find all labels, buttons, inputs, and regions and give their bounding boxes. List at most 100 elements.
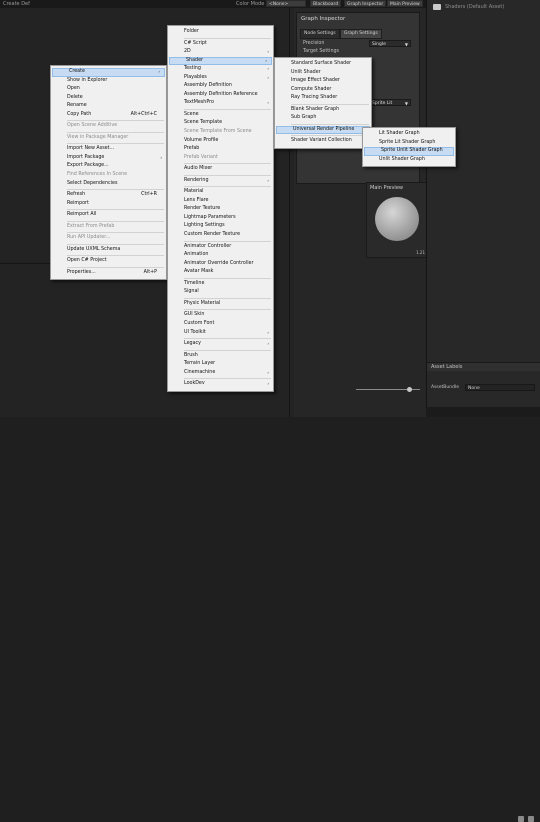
menu-item-export-package[interactable]: Export Package...: [51, 162, 166, 171]
menu-item-lighting-settings[interactable]: Lighting Settings: [168, 222, 273, 231]
menu-item-update-uxml-schema[interactable]: Update UXML Schema: [51, 246, 166, 255]
menu-item-prefab-variant: Prefab Variant: [168, 154, 273, 163]
menu-item-2d[interactable]: 2D ›: [168, 48, 273, 57]
menu-item-lit-shader-graph[interactable]: Lit Shader Graph: [363, 130, 455, 139]
menu-item-label: Folder: [184, 29, 199, 34]
menu-item-legacy[interactable]: Legacy ›: [168, 340, 273, 349]
menu-item-import-new-asset[interactable]: Import New Asset...: [51, 145, 166, 154]
menu-separator: [184, 174, 271, 176]
menu-item-unlit-shader[interactable]: Unlit Shader: [275, 69, 371, 78]
menu-separator: [67, 232, 164, 234]
menu-item-c-script[interactable]: C# Script: [168, 40, 273, 49]
tab-graph-settings[interactable]: Graph Settings: [340, 29, 382, 39]
menu-item-open[interactable]: Open: [51, 85, 166, 94]
menu-item-lightmap-parameters[interactable]: Lightmap Parameters: [168, 214, 273, 223]
menu-item-cinemachine[interactable]: Cinemachine ›: [168, 369, 273, 378]
menu-item-reimport[interactable]: Reimport: [51, 200, 166, 209]
menu-item-custom-render-texture[interactable]: Custom Render Texture: [168, 231, 273, 240]
menu-item-properties[interactable]: Properties... Alt+P: [51, 269, 166, 278]
menu-item-label: Select Dependencies: [67, 180, 118, 186]
menu-item-volume-profile[interactable]: Volume Profile: [168, 137, 273, 146]
menu-item-label: Open: [67, 86, 80, 92]
menu-item-assembly-definition-reference[interactable]: Assembly Definition Reference: [168, 91, 273, 100]
menu-item-universal-render-pipeline[interactable]: Universal Render Pipeline›: [276, 125, 370, 135]
menu-item-reimport-all[interactable]: Reimport All: [51, 211, 166, 220]
menu-item-lens-flare[interactable]: Lens Flare: [168, 197, 273, 206]
menu-item-delete[interactable]: Delete: [51, 94, 166, 103]
menu-separator: [291, 123, 369, 125]
menu-separator: [67, 209, 164, 211]
menu-item-signal[interactable]: Signal: [168, 288, 273, 297]
menu-item-label: 2D: [184, 49, 191, 55]
menu-item-create[interactable]: Create ›: [52, 68, 165, 77]
menu-item-select-dependencies[interactable]: Select Dependencies: [51, 180, 166, 189]
menu-item-assembly-definition[interactable]: Assembly Definition: [168, 82, 273, 91]
menu-item-ray-tracing-shader[interactable]: Ray Tracing Shader: [275, 94, 371, 103]
menu-item-label: Sprite Lit Shader Graph: [379, 139, 436, 145]
asset-labels-header[interactable]: Asset Labels: [427, 362, 540, 371]
menu-item-timeline[interactable]: Timeline: [168, 280, 273, 289]
menu-item-open-c-project[interactable]: Open C# Project: [51, 257, 166, 266]
menu-item-open-scene-additive: Open Scene Additive: [51, 122, 166, 131]
menu-item-prefab[interactable]: Prefab: [168, 145, 273, 154]
menu-item-image-effect-shader[interactable]: Image Effect Shader: [275, 77, 371, 86]
menu-item-compute-shader[interactable]: Compute Shader: [275, 86, 371, 95]
bug-icon[interactable]: [518, 816, 524, 822]
menu-item-blank-shader-graph[interactable]: Blank Shader Graph: [275, 106, 371, 115]
chevron-right-icon: ›: [267, 49, 269, 55]
zoom-slider-handle[interactable]: [407, 387, 412, 392]
menu-item-testing[interactable]: Testing ›: [168, 65, 273, 74]
menu-item-shader[interactable]: Shader ›: [169, 56, 272, 66]
menu-item-gui-skin[interactable]: GUI Skin: [168, 311, 273, 320]
menu-item-terrain-layer[interactable]: Terrain Layer: [168, 360, 273, 369]
menu-item-sprite-lit-shader-graph[interactable]: Sprite Lit Shader Graph: [363, 139, 455, 148]
menu-item-refresh[interactable]: Refresh Ctrl+R: [51, 191, 166, 200]
main-preview-button[interactable]: Main Preview: [387, 0, 423, 7]
menu-item-physic-material[interactable]: Physic Material: [168, 300, 273, 309]
menu-item-rendering[interactable]: Rendering ›: [168, 177, 273, 186]
graph-inspector-button[interactable]: Graph Inspector: [344, 0, 387, 7]
menu-item-material[interactable]: Material: [168, 188, 273, 197]
menu-item-ui-toolkit[interactable]: UI Toolkit ›: [168, 329, 273, 338]
precision-dropdown[interactable]: Single ▼: [369, 40, 411, 47]
preview-sphere[interactable]: [375, 197, 419, 241]
menu-item-import-package[interactable]: Import Package ›: [51, 154, 166, 163]
menu-item-scene-template[interactable]: Scene Template: [168, 119, 273, 128]
menu-item-sprite-unlit-shader-graph[interactable]: Sprite Unlit Shader Graph: [364, 147, 454, 156]
menu-item-scene[interactable]: Scene: [168, 111, 273, 120]
menu-item-label: Audio Mixer: [184, 166, 213, 172]
menu-item-standard-surface-shader[interactable]: Standard Surface Shader: [275, 60, 371, 69]
menu-item-textmeshpro[interactable]: TextMeshPro ›: [168, 99, 273, 108]
menu-item-label: Refresh: [67, 192, 86, 198]
graph-inspector-title: Graph Inspector: [301, 16, 346, 22]
menu-item-playables[interactable]: Playables ›: [168, 74, 273, 83]
menu-item-rename[interactable]: Rename: [51, 102, 166, 111]
target-dropdown[interactable]: Sprite Lit ▼: [369, 99, 411, 106]
precision-value: Single: [372, 42, 386, 47]
menu-item-avatar-mask[interactable]: Avatar Mask: [168, 268, 273, 277]
menu-item-folder[interactable]: Folder: [168, 28, 273, 37]
menu-item-unlit-shader-graph[interactable]: Unlit Shader Graph: [363, 156, 455, 165]
menu-item-custom-font[interactable]: Custom Font: [168, 320, 273, 329]
menu-item-lookdev[interactable]: LookDev ›: [168, 380, 273, 389]
menu-item-sub-graph[interactable]: Sub Graph: [275, 114, 371, 123]
menu-item-show-in-explorer[interactable]: Show in Explorer: [51, 77, 166, 86]
color-mode-dropdown[interactable]: <None>: [266, 0, 306, 7]
menu-item-animator-controller[interactable]: Animator Controller: [168, 243, 273, 252]
menu-item-animation[interactable]: Animation: [168, 251, 273, 260]
tab-node-settings[interactable]: Node Settings: [300, 29, 340, 39]
settings-icon[interactable]: [528, 816, 534, 822]
menu-item-brush[interactable]: Brush: [168, 352, 273, 361]
menu-item-copy-path[interactable]: Copy Path Alt+Ctrl+C: [51, 111, 166, 120]
asset-bundle-dropdown[interactable]: None: [465, 384, 535, 391]
blackboard-button[interactable]: Blackboard: [310, 0, 342, 7]
menu-item-label: Run API Updater...: [67, 235, 111, 241]
menu-item-render-texture[interactable]: Render Texture: [168, 205, 273, 214]
menu-item-animator-override-controller[interactable]: Animator Override Controller: [168, 260, 273, 269]
menu-item-label: Animator Override Controller: [184, 260, 254, 266]
menu-item-label: Reimport: [67, 200, 89, 206]
menu-item-label: LookDev: [184, 381, 205, 387]
menu-item-shader-variant-collection[interactable]: Shader Variant Collection: [275, 137, 371, 146]
menu-separator: [67, 120, 164, 122]
menu-item-audio-mixer[interactable]: Audio Mixer: [168, 165, 273, 174]
